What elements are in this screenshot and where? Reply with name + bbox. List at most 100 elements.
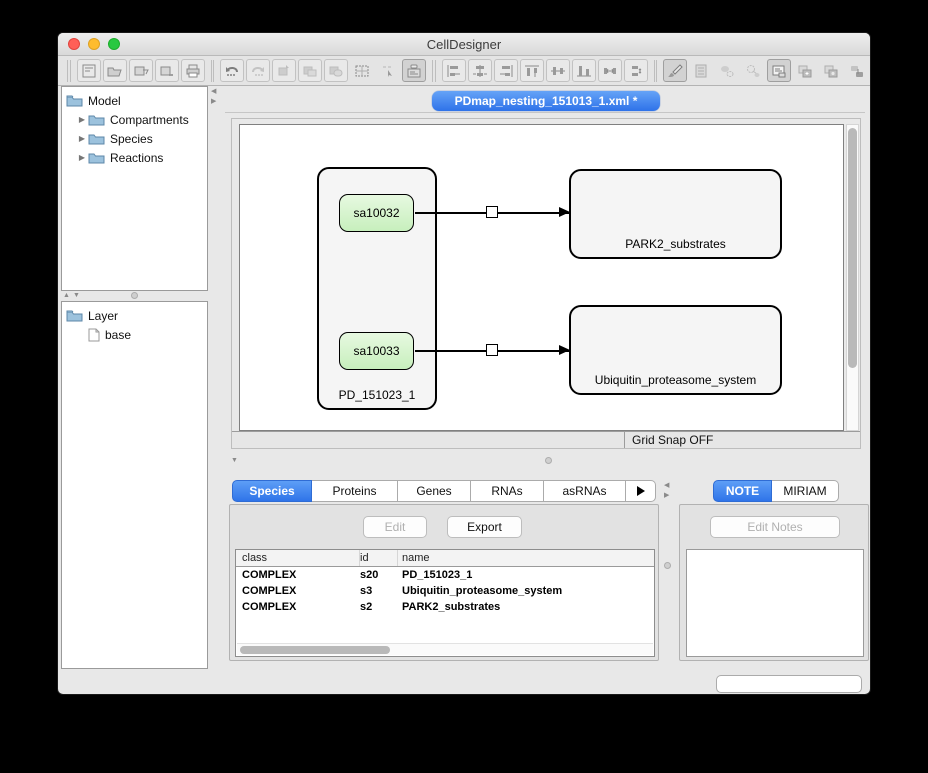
distribute-vertical-button[interactable] <box>624 59 648 82</box>
tree-item-model[interactable]: Model <box>66 91 207 110</box>
collapse-down-icon[interactable]: ▼ <box>73 292 80 299</box>
save-button[interactable] <box>129 59 153 82</box>
table-row[interactable]: COMPLEX s2 PARK2_substrates <box>236 599 654 615</box>
edit-notes-button[interactable]: Edit Notes <box>710 516 840 538</box>
collapse-down-icon[interactable]: ▼ <box>231 457 238 464</box>
layer-group-button[interactable] <box>845 59 869 82</box>
species-table[interactable]: class id name COMPLEX s20 PD_151023_1 CO… <box>235 549 655 657</box>
scrollbar-thumb[interactable] <box>848 128 857 368</box>
collapse-up-icon[interactable]: ▲ <box>63 292 70 299</box>
splitter-knob[interactable] <box>131 292 138 299</box>
tab-miriam[interactable]: MIRIAM <box>772 480 839 502</box>
complex-PARK2_substrates[interactable]: PARK2_substrates <box>569 169 782 259</box>
paste-button[interactable] <box>298 59 322 82</box>
tree-item-compartments[interactable]: ▶ Compartments <box>66 110 207 129</box>
id-window-button[interactable] <box>767 59 791 82</box>
pointer-button[interactable] <box>376 59 400 82</box>
layer-edit-button[interactable] <box>819 59 843 82</box>
tab-note[interactable]: NOTE <box>713 480 772 502</box>
column-header-name[interactable]: name <box>398 552 654 564</box>
align-middle-button[interactable] <box>546 59 570 82</box>
undo-button[interactable] <box>220 59 244 82</box>
align-left-button[interactable] <box>442 59 466 82</box>
highlight-reaction-button[interactable] <box>741 59 765 82</box>
new-file-button[interactable] <box>77 59 101 82</box>
document-tab[interactable]: PDmap_nesting_151013_1.xml * <box>432 91 660 111</box>
tree-item-species[interactable]: ▶ Species <box>66 129 207 148</box>
species-sa10033[interactable]: sa10033 <box>339 332 414 370</box>
align-right-icon <box>498 64 514 78</box>
column-header-id[interactable]: id <box>360 550 398 566</box>
tab-species[interactable]: Species <box>232 480 312 502</box>
tree-splitter[interactable]: ▲ ▼ <box>61 291 208 301</box>
cell-class: COMPLEX <box>236 569 360 581</box>
list-button[interactable] <box>689 59 713 82</box>
align-left-icon <box>446 64 462 78</box>
collapse-right-icon[interactable]: ▶ <box>211 98 216 105</box>
status-input-field[interactable] <box>716 675 862 693</box>
tab-overflow-button[interactable] <box>626 480 656 502</box>
complex-Ubiquitin_proteasome_system[interactable]: Ubiquitin_proteasome_system <box>569 305 782 395</box>
tab-proteins[interactable]: Proteins <box>312 480 398 502</box>
tree-item-layer[interactable]: Layer <box>66 306 207 325</box>
toolbar-separator <box>432 60 436 82</box>
canvas-vertical-scrollbar[interactable] <box>846 124 859 431</box>
save-as-icon <box>159 64 175 78</box>
highlight-species-button[interactable] <box>715 59 739 82</box>
disclosure-triangle-icon[interactable]: ▶ <box>76 153 88 162</box>
diagram-canvas[interactable]: PD_151023_1 sa10032 sa10033 PARK2_substr… <box>239 124 844 431</box>
process-node-icon[interactable] <box>486 206 498 218</box>
column-header-class[interactable]: class <box>236 550 360 566</box>
document-tab-bar: PDmap_nesting_151013_1.xml * <box>225 86 865 113</box>
tab-asrnas[interactable]: asRNAs <box>544 480 626 502</box>
print-button[interactable] <box>181 59 205 82</box>
align-bottom-button[interactable] <box>572 59 596 82</box>
tab-rnas[interactable]: RNAs <box>471 480 544 502</box>
disclosure-triangle-icon[interactable]: ▶ <box>76 115 88 124</box>
collapse-left-icon[interactable]: ◀ <box>211 88 216 95</box>
undo-icon <box>224 64 240 78</box>
align-right-button[interactable] <box>494 59 518 82</box>
reaction-arrow-1[interactable] <box>415 206 569 219</box>
species-sa10032[interactable]: sa10032 <box>339 194 414 232</box>
reaction-arrow-2[interactable] <box>415 344 569 357</box>
open-button[interactable] <box>103 59 127 82</box>
bottom-panels-splitter[interactable]: ◀ ▶ <box>659 480 679 661</box>
select-area-button[interactable] <box>350 59 374 82</box>
splitter-knob[interactable] <box>545 457 552 464</box>
collapse-left-icon[interactable]: ◀ <box>664 482 669 489</box>
bottom-splitter[interactable]: ▼ <box>225 454 869 468</box>
disclosure-triangle-icon[interactable]: ▶ <box>76 134 88 143</box>
table-row[interactable]: COMPLEX s3 Ubiquitin_proteasome_system <box>236 583 654 599</box>
copy-button[interactable] <box>272 59 296 82</box>
sidebar-splitter[interactable]: ◀ ▶ <box>208 86 223 669</box>
tree-item-base[interactable]: base <box>66 325 207 344</box>
layer-add-button[interactable] <box>793 59 817 82</box>
pointer-icon <box>380 64 396 78</box>
paint-button[interactable] <box>663 59 687 82</box>
copy-icon <box>276 64 292 78</box>
complex-label: Ubiquitin_proteasome_system <box>571 373 780 387</box>
toolbar-separator <box>67 60 71 82</box>
save-as-button[interactable] <box>155 59 179 82</box>
align-top-button[interactable] <box>520 59 544 82</box>
process-node-icon[interactable] <box>486 344 498 356</box>
notes-content-area[interactable] <box>686 549 864 657</box>
scrollbar-thumb[interactable] <box>240 646 390 654</box>
app-window: CellDesigner <box>57 32 871 695</box>
file-icon <box>88 328 100 342</box>
tree-item-reactions[interactable]: ▶ Reactions <box>66 148 207 167</box>
distribute-horizontal-button[interactable] <box>598 59 622 82</box>
collapse-right-icon[interactable]: ▶ <box>664 492 669 499</box>
edit-button[interactable]: Edit <box>363 516 427 538</box>
table-row[interactable]: COMPLEX s20 PD_151023_1 <box>236 567 654 583</box>
cell-name: Ubiquitin_proteasome_system <box>398 585 654 597</box>
duplicate-button[interactable] <box>324 59 348 82</box>
redo-button[interactable] <box>246 59 270 82</box>
tab-genes[interactable]: Genes <box>398 480 471 502</box>
export-button[interactable]: Export <box>447 516 522 538</box>
table-horizontal-scrollbar[interactable] <box>237 643 653 655</box>
notes-toggle-button[interactable] <box>402 59 426 82</box>
splitter-knob[interactable] <box>664 562 671 569</box>
align-center-button[interactable] <box>468 59 492 82</box>
